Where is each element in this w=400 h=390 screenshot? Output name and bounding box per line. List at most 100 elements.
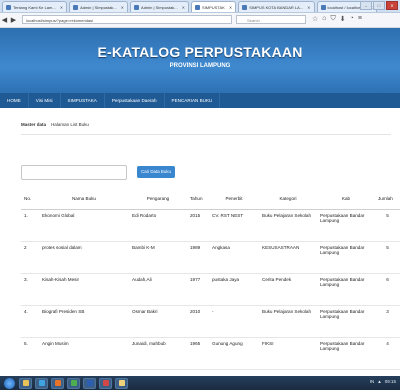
table-cell: 1989 xyxy=(187,241,209,274)
table-cell: 3 xyxy=(375,305,400,338)
site-subtitle: PROVINSI LAMPUNG xyxy=(169,63,231,69)
menu-item-perpustakaan-daerah[interactable]: Perpustakaan Daerah xyxy=(105,93,165,108)
tab-close-icon[interactable]: ✕ xyxy=(182,5,185,10)
taskbar-app-media-icon[interactable] xyxy=(35,377,48,389)
column-header: Penerbit xyxy=(209,193,259,210)
browser-tab-strip: Tentang Kami Ke Lam... ✕ Admin | Simpusta… xyxy=(0,0,400,13)
column-header: Kab xyxy=(317,193,375,210)
tab-label: SIMPUSTAK xyxy=(202,4,225,10)
page-favicon-icon xyxy=(134,4,140,10)
breadcrumb-separator xyxy=(47,122,50,127)
close-window-button[interactable]: ✕ xyxy=(386,1,398,10)
table-cell: pustaka Jaya xyxy=(209,273,259,306)
table-cell: 5 xyxy=(375,209,400,242)
column-header: Jumlah xyxy=(375,193,400,210)
table-cell: Ekonomi Global xyxy=(39,209,129,242)
column-header: Tahun xyxy=(187,193,209,210)
tab-label: SIMPUS KOTA BANDAR LA... xyxy=(249,4,304,10)
table-cell: Audah,Ali xyxy=(129,273,187,306)
breadcrumb-section[interactable]: Master data xyxy=(21,122,46,127)
table-cell: Perpustakaan Bandar Lampung xyxy=(317,273,375,306)
table-cell: protes sosial dalam xyxy=(39,241,129,274)
tray-language[interactable]: IN xyxy=(370,379,375,384)
tab-close-icon[interactable]: ✕ xyxy=(121,5,124,10)
menu-item-home[interactable]: HOME xyxy=(0,93,29,108)
taskbar-app-firefox-icon[interactable] xyxy=(51,377,64,389)
book-table-container: No. Nama Buku Pengarang Tahun Penerbit K… xyxy=(21,193,400,375)
page-favicon-icon xyxy=(242,4,248,10)
page-favicon-icon xyxy=(320,4,326,10)
table-cell: 3. xyxy=(21,273,39,306)
history-icon[interactable]: ◔ xyxy=(350,15,354,23)
taskbar-app-explorer-icon[interactable] xyxy=(19,377,32,389)
tab-label: Tentang Kami Ke Lam... xyxy=(13,4,56,10)
taskbar-app-chrome-icon[interactable] xyxy=(67,377,80,389)
minimize-button[interactable]: – xyxy=(360,1,372,10)
table-cell: Biografi Presiden SB xyxy=(39,305,129,338)
table-cell: Kisah-Kisah Mesir xyxy=(39,273,129,306)
tab-close-icon[interactable]: ✕ xyxy=(60,5,63,10)
table-cell: 5 xyxy=(375,241,400,274)
menu-item-simpustaka[interactable]: SIMPUSTAKA xyxy=(61,93,105,108)
browser-tab[interactable]: Admin | Simpustak... ✕ xyxy=(130,1,189,12)
back-arrow-icon[interactable]: ◀ xyxy=(0,16,9,24)
taskbar-app-folder-icon[interactable] xyxy=(115,377,128,389)
table-cell: Junaidi, mahbub xyxy=(129,337,187,370)
site-menu: HOME Visi Misi SIMPUSTAKA Perpustakaan D… xyxy=(0,93,400,108)
table-cell: Perpustakaan Bandar Lampung xyxy=(317,305,375,338)
tray-expand-icon[interactable]: ▲ xyxy=(377,379,381,384)
table-cell: 2015 xyxy=(187,209,209,242)
browser-navbar: ◀ ▶ localhost/simpus/?page=rekomendasi S… xyxy=(0,13,400,28)
table-cell: 5. xyxy=(21,337,39,370)
table-row: 5. Angin Musim Junaidi, mahbub 1965 Gunu… xyxy=(21,337,400,370)
browser-toolbar: ☆ ⌂ ⛉ ⬇ ◔ ≡ xyxy=(312,15,362,23)
browser-tab[interactable]: Admin | Simpustak... ✕ xyxy=(69,1,129,12)
download-icon[interactable]: ⬇ xyxy=(340,15,346,23)
table-cell: Angkasa xyxy=(209,241,259,274)
home-icon[interactable]: ⌂ xyxy=(322,15,326,23)
table-cell: 1977 xyxy=(187,273,209,306)
taskbar-app-word-icon[interactable] xyxy=(83,377,96,389)
site-title: E-KATALOG PERPUSTAKAAN xyxy=(97,44,303,60)
table-cell: - xyxy=(209,305,259,338)
column-header: Nama Buku xyxy=(39,193,129,210)
site-banner: E-KATALOG PERPUSTAKAAN PROVINSI LAMPUNG xyxy=(0,28,400,93)
table-cell: 1. xyxy=(21,209,39,242)
star-icon[interactable]: ☆ xyxy=(312,15,318,23)
forward-arrow-icon[interactable]: ▶ xyxy=(9,16,18,24)
browser-search-input[interactable]: Search xyxy=(236,15,306,24)
table-cell: Perpustakaan Bandar Lampung xyxy=(317,209,375,242)
table-cell: KESUSASTRAAN xyxy=(259,241,317,274)
menu-item-pencarian-buku[interactable]: PENCARIAN BUKU xyxy=(165,93,221,108)
browser-tab[interactable]: SIMPUS KOTA BANDAR LA... ✕ xyxy=(238,1,315,12)
tray-clock[interactable]: 09:15 xyxy=(385,379,396,384)
table-cell: FIKSI xyxy=(259,337,317,370)
taskbar-app-paint-icon[interactable] xyxy=(99,377,112,389)
table-cell: 6 xyxy=(375,273,400,306)
table-cell: Bambi K-M xyxy=(129,241,187,274)
tab-label: Admin | Simpustak... xyxy=(141,4,178,10)
os-taskbar: IN ▲ 09:15 xyxy=(0,376,400,390)
table-cell: 2010 xyxy=(187,305,209,338)
tab-label: Admin | Simpustak... xyxy=(80,4,117,10)
column-header: Pengarang xyxy=(129,193,187,210)
browser-tab[interactable]: Tentang Kami Ke Lam... ✕ xyxy=(2,1,68,12)
table-cell: Buku Pelajaran Sekolah xyxy=(259,305,317,338)
shield-icon[interactable]: ⛉ xyxy=(331,15,336,23)
browser-tab-active[interactable]: SIMPUSTAK ✕ xyxy=(191,1,237,12)
page-favicon-icon xyxy=(73,4,79,10)
tab-close-icon[interactable]: ✕ xyxy=(307,5,310,10)
search-book-button[interactable]: Cari Data Buku xyxy=(137,166,175,178)
address-bar[interactable]: localhost/simpus/?page=rekomendasi xyxy=(22,15,232,24)
start-button[interactable] xyxy=(4,377,15,389)
tab-close-icon[interactable]: ✕ xyxy=(229,5,232,10)
table-row: 2 protes sosial dalam Bambi K-M 1989 Ang… xyxy=(21,241,400,274)
menu-item-visi-misi[interactable]: Visi Misi xyxy=(29,93,61,108)
menu-icon[interactable]: ≡ xyxy=(358,15,362,23)
table-cell: Osmar Bakri xyxy=(129,305,187,338)
book-search-input[interactable] xyxy=(21,165,127,180)
table-cell: CV. RST NEST xyxy=(209,209,259,242)
maximize-button[interactable]: □ xyxy=(373,1,385,10)
table-header-row: No. Nama Buku Pengarang Tahun Penerbit K… xyxy=(21,193,400,210)
divider xyxy=(21,134,391,135)
